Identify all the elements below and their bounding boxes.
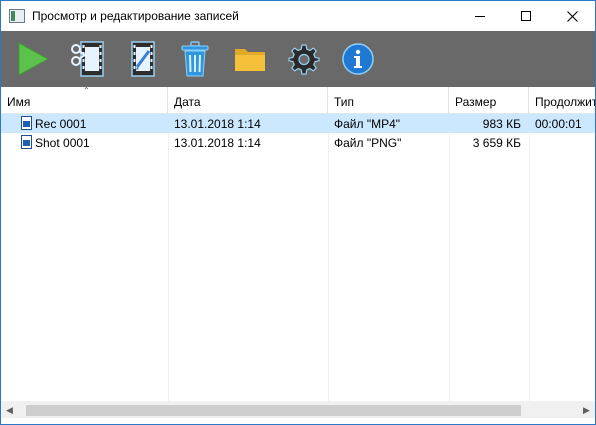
scrollbar-thumb[interactable] bbox=[26, 405, 521, 416]
column-header-type-label: Тип bbox=[334, 95, 355, 109]
film-scissors-icon bbox=[71, 41, 104, 77]
open-folder-button[interactable] bbox=[230, 40, 270, 78]
row-duration bbox=[535, 133, 595, 152]
column-divider bbox=[449, 114, 450, 401]
column-divider bbox=[168, 114, 169, 401]
title-bar[interactable]: Просмотр и редактирование записей bbox=[1, 1, 595, 31]
close-button[interactable] bbox=[549, 1, 595, 31]
chevron-right-icon: ▶ bbox=[583, 405, 590, 415]
column-header-name-label: Имя bbox=[7, 95, 31, 109]
column-header-duration-label: Продолжит bbox=[535, 95, 595, 109]
play-icon bbox=[18, 42, 50, 76]
edit-video-button[interactable] bbox=[123, 40, 163, 78]
row-size: 3 659 КБ bbox=[472, 136, 521, 150]
toolbar bbox=[1, 31, 595, 87]
row-name: Shot 0001 bbox=[35, 136, 90, 150]
row-date: 13.01.2018 1:14 bbox=[174, 117, 261, 131]
image-file-icon bbox=[21, 135, 32, 149]
info-button[interactable] bbox=[338, 40, 378, 78]
main-window: Просмотр и редактирование записей ⌃ Имя … bbox=[0, 0, 596, 425]
delete-button[interactable] bbox=[175, 40, 215, 78]
row-name: Rec 0001 bbox=[35, 117, 87, 131]
close-icon bbox=[566, 10, 578, 22]
column-header-duration[interactable]: Продолжит bbox=[529, 87, 595, 114]
maximize-button[interactable] bbox=[503, 1, 549, 31]
chevron-left-icon: ◀ bbox=[6, 405, 13, 415]
trash-icon bbox=[181, 41, 209, 77]
folder-icon bbox=[235, 49, 265, 71]
column-divider bbox=[328, 114, 329, 401]
video-file-icon bbox=[21, 116, 32, 130]
column-header-date[interactable]: Дата bbox=[168, 87, 328, 114]
film-edit-icon bbox=[131, 41, 155, 77]
row-date: 13.01.2018 1:14 bbox=[174, 136, 261, 150]
scroll-left-button[interactable]: ◀ bbox=[1, 402, 18, 419]
scroll-right-button[interactable]: ▶ bbox=[578, 402, 595, 419]
column-header-type[interactable]: Тип bbox=[328, 87, 449, 114]
column-header-name[interactable]: ⌃ Имя bbox=[1, 87, 168, 114]
column-header-date-label: Дата bbox=[174, 95, 201, 109]
row-type: Файл "MP4" bbox=[334, 117, 401, 131]
minimize-icon bbox=[475, 15, 485, 17]
row-type: Файл "PNG" bbox=[334, 136, 402, 150]
cut-video-button[interactable] bbox=[68, 40, 108, 78]
row-size: 983 КБ bbox=[482, 117, 521, 131]
column-divider bbox=[529, 114, 530, 401]
horizontal-scrollbar[interactable]: ◀ ▶ bbox=[1, 401, 595, 418]
play-button[interactable] bbox=[13, 40, 53, 78]
info-icon bbox=[342, 43, 374, 75]
maximize-icon bbox=[521, 11, 531, 21]
column-header-size-label: Размер bbox=[455, 95, 497, 109]
minimize-button[interactable] bbox=[457, 1, 503, 31]
records-list[interactable]: ⌃ Имя Дата Тип Размер Продолжит Rec 0001… bbox=[1, 87, 595, 401]
table-row[interactable]: Shot 0001 13.01.2018 1:14 Файл "PNG" 3 6… bbox=[1, 133, 595, 152]
table-row[interactable]: Rec 0001 13.01.2018 1:14 Файл "MP4" 983 … bbox=[1, 114, 595, 133]
list-header: ⌃ Имя Дата Тип Размер Продолжит bbox=[1, 87, 595, 114]
window-title: Просмотр и редактирование записей bbox=[32, 9, 239, 23]
gear-icon bbox=[288, 44, 320, 75]
column-header-size[interactable]: Размер bbox=[449, 87, 529, 114]
row-duration: 00:00:01 bbox=[535, 117, 582, 131]
sort-ascending-icon: ⌃ bbox=[83, 87, 90, 95]
app-icon bbox=[9, 9, 25, 23]
settings-button[interactable] bbox=[284, 40, 324, 78]
